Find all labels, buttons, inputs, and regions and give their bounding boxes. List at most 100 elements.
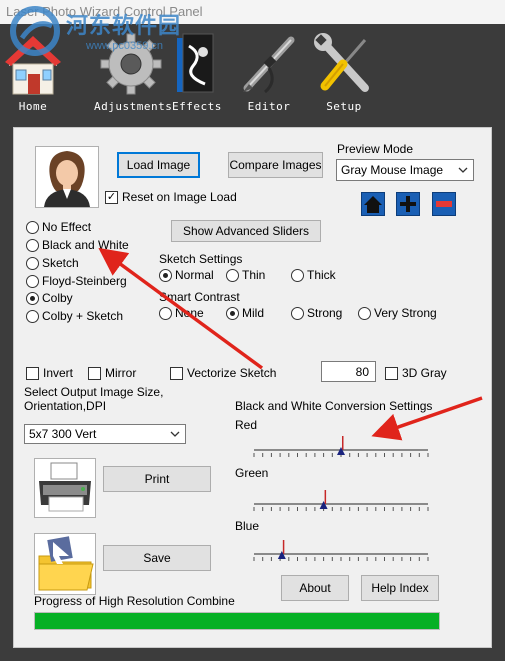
effect-radio-no-effect[interactable]: No Effect: [26, 220, 91, 234]
radio-dot: [226, 268, 239, 282]
toolbar-setup[interactable]: Setup: [314, 24, 370, 120]
toolbar-editor-label: Editor: [247, 100, 291, 113]
radio-label: Floyd-Steinberg: [42, 274, 127, 288]
toolbar-effects[interactable]: Effects: [172, 24, 222, 120]
image-thumbnail[interactable]: [35, 146, 99, 208]
load-image-button[interactable]: Load Image: [117, 152, 200, 178]
save-folder-icon: [38, 536, 94, 591]
chevron-down-icon: [458, 167, 468, 173]
radio-dot: [26, 309, 39, 323]
effect-radio-colby[interactable]: Colby: [26, 291, 73, 305]
red-slider-label: Red: [235, 418, 258, 432]
preview-mode-select[interactable]: Gray Mouse Image: [336, 159, 474, 181]
radio-label: None: [175, 306, 204, 320]
progress-bar: [34, 612, 440, 630]
toolbar-home[interactable]: Home: [5, 24, 61, 120]
print-button[interactable]: Print: [103, 466, 211, 492]
green-slider[interactable]: [248, 490, 434, 514]
sketch-radio-normal[interactable]: Normal: [159, 268, 214, 282]
reset-on-load-label: Reset on Image Load: [122, 190, 237, 204]
radio-dot: [26, 256, 39, 270]
blue-slider[interactable]: [248, 540, 434, 564]
radio-dot: [159, 268, 172, 282]
printer-icon: [39, 462, 91, 512]
radio-dot: [291, 306, 304, 320]
show-advanced-sliders-button[interactable]: Show Advanced Sliders: [171, 220, 321, 242]
airbrush-icon: [243, 36, 295, 94]
minus-icon: [436, 201, 452, 207]
reset-on-load-box: ✓: [105, 190, 118, 204]
radio-dot: [226, 306, 239, 320]
red-slider[interactable]: [248, 436, 434, 460]
3d-gray-label: 3D Gray: [402, 366, 447, 380]
toolbar-adjustments-label: Adjustments: [94, 100, 173, 113]
radio-label: Sketch: [42, 256, 79, 270]
control-panel: Load Image Compare Images ✓ Reset on Ima…: [13, 127, 492, 648]
output-size-value: 5x7 300 Vert: [29, 427, 97, 441]
invert-checkbox[interactable]: Invert: [26, 366, 73, 380]
effect-radio-floyd-steinberg[interactable]: Floyd-Steinberg: [26, 274, 127, 288]
mirror-checkbox[interactable]: Mirror: [88, 366, 136, 380]
radio-label: Thin: [242, 268, 266, 282]
effect-radio-black-and-white[interactable]: Black and White: [26, 238, 129, 252]
plus-icon: [400, 196, 416, 212]
save-image: [34, 533, 96, 595]
preview-zoom-out-button[interactable]: [432, 192, 456, 216]
sketch-settings-label: Sketch Settings: [159, 252, 243, 266]
reset-on-load-checkbox[interactable]: ✓ Reset on Image Load: [105, 190, 237, 204]
mirror-label: Mirror: [105, 366, 137, 380]
progress-label: Progress of High Resolution Combine: [34, 594, 235, 608]
mirror-box: [88, 366, 101, 380]
radio-label: No Effect: [42, 220, 92, 234]
toolbar-home-label: Home: [18, 100, 48, 113]
toolbar-adjustments[interactable]: Adjustments: [94, 24, 173, 120]
vectorize-sketch-checkbox[interactable]: Vectorize Sketch: [170, 366, 276, 380]
radio-dot: [26, 291, 39, 305]
preview-home-button[interactable]: [361, 192, 385, 216]
blue-slider-label: Blue: [235, 519, 260, 533]
toolbar-effects-label: Effects: [172, 100, 222, 113]
save-button[interactable]: Save: [103, 545, 211, 571]
radio-dot: [291, 268, 304, 282]
preview-mode-label: Preview Mode: [337, 142, 414, 156]
chevron-down-icon: [170, 431, 180, 437]
radio-dot: [159, 306, 172, 320]
vectorize-box: [170, 366, 183, 380]
toolbar-editor[interactable]: Editor: [240, 24, 298, 120]
effects-icon: [177, 33, 214, 93]
vectorize-label: Vectorize Sketch: [187, 366, 277, 380]
radio-dot: [358, 306, 371, 320]
effect-radio-sketch[interactable]: Sketch: [26, 256, 79, 270]
about-button[interactable]: About: [281, 575, 349, 601]
progress-fill: [35, 613, 439, 629]
contrast-radio-mild[interactable]: Mild: [226, 306, 264, 320]
help-index-button[interactable]: Help Index: [361, 575, 439, 601]
output-size-select[interactable]: 5x7 300 Vert: [24, 424, 186, 444]
radio-label: Black and White: [42, 238, 129, 252]
wrench-screwdriver-icon: [314, 33, 369, 92]
bw-conversion-label: Black and White Conversion Settings: [235, 399, 433, 413]
radio-dot: [26, 274, 39, 288]
radio-dot: [26, 238, 39, 252]
contrast-radio-none[interactable]: None: [159, 306, 204, 320]
radio-label: Thick: [307, 268, 336, 282]
preview-zoom-in-button[interactable]: [396, 192, 420, 216]
radio-label: Normal: [175, 268, 214, 282]
radio-label: Colby + Sketch: [42, 309, 124, 323]
toolbar: Home Adjustments Effects Editor Setup: [0, 24, 505, 120]
gray-value-input[interactable]: 80: [321, 361, 376, 382]
sketch-radio-thick[interactable]: Thick: [291, 268, 336, 282]
3d-gray-checkbox[interactable]: 3D Gray: [385, 366, 447, 380]
avatar-icon: [44, 151, 90, 207]
gear-icon: [100, 33, 162, 95]
radio-label: Very Strong: [374, 306, 437, 320]
radio-dot: [26, 220, 39, 234]
sketch-radio-thin[interactable]: Thin: [226, 268, 265, 282]
smart-contrast-label: Smart Contrast: [159, 290, 240, 304]
contrast-radio-strong[interactable]: Strong: [291, 306, 342, 320]
compare-images-button[interactable]: Compare Images: [228, 152, 323, 178]
home-icon: [364, 196, 382, 213]
window-title: Laser Photo Wizard Control Panel: [6, 4, 203, 19]
effect-radio-colby-sketch[interactable]: Colby + Sketch: [26, 309, 123, 323]
contrast-radio-very-strong[interactable]: Very Strong: [358, 306, 437, 320]
